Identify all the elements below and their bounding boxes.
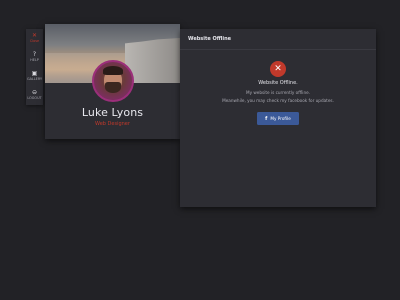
avatar-hair xyxy=(103,66,123,75)
status-message-2: Meanwhile, you may check my facebook for… xyxy=(222,98,334,103)
side-toolbar: ✕ Close ? HELP ▣ GALLERY ⊖ LOGOUT xyxy=(26,29,43,105)
profile-role: Web Designer xyxy=(95,121,130,127)
panel-title: Website Offline xyxy=(180,29,376,50)
gallery-button[interactable]: ▣ GALLERY xyxy=(26,67,43,86)
my-profile-label: My Profile xyxy=(270,116,291,121)
profile-name: Luke Lyons xyxy=(81,106,144,119)
logout-button[interactable]: ⊖ LOGOUT xyxy=(26,86,43,105)
close-label: Close xyxy=(29,39,40,44)
facebook-icon: f xyxy=(265,115,268,122)
avatar xyxy=(92,60,134,102)
offline-panel: Website Offline ✕ Website Offline. My we… xyxy=(180,29,376,207)
error-icon: ✕ xyxy=(270,61,286,77)
status-message-1: My website is currently offline. xyxy=(245,90,311,95)
gallery-label: GALLERY xyxy=(26,77,43,82)
close-button[interactable]: ✕ Close xyxy=(26,29,43,48)
status-title: Website Offline. xyxy=(258,80,298,86)
my-profile-button[interactable]: f My Profile xyxy=(257,112,299,125)
help-label: HELP xyxy=(30,58,39,63)
help-button[interactable]: ? HELP xyxy=(26,48,43,67)
profile-card: Luke Lyons Web Designer xyxy=(45,24,180,139)
avatar-beard xyxy=(105,82,121,93)
logout-label: LOGOUT xyxy=(27,96,42,101)
